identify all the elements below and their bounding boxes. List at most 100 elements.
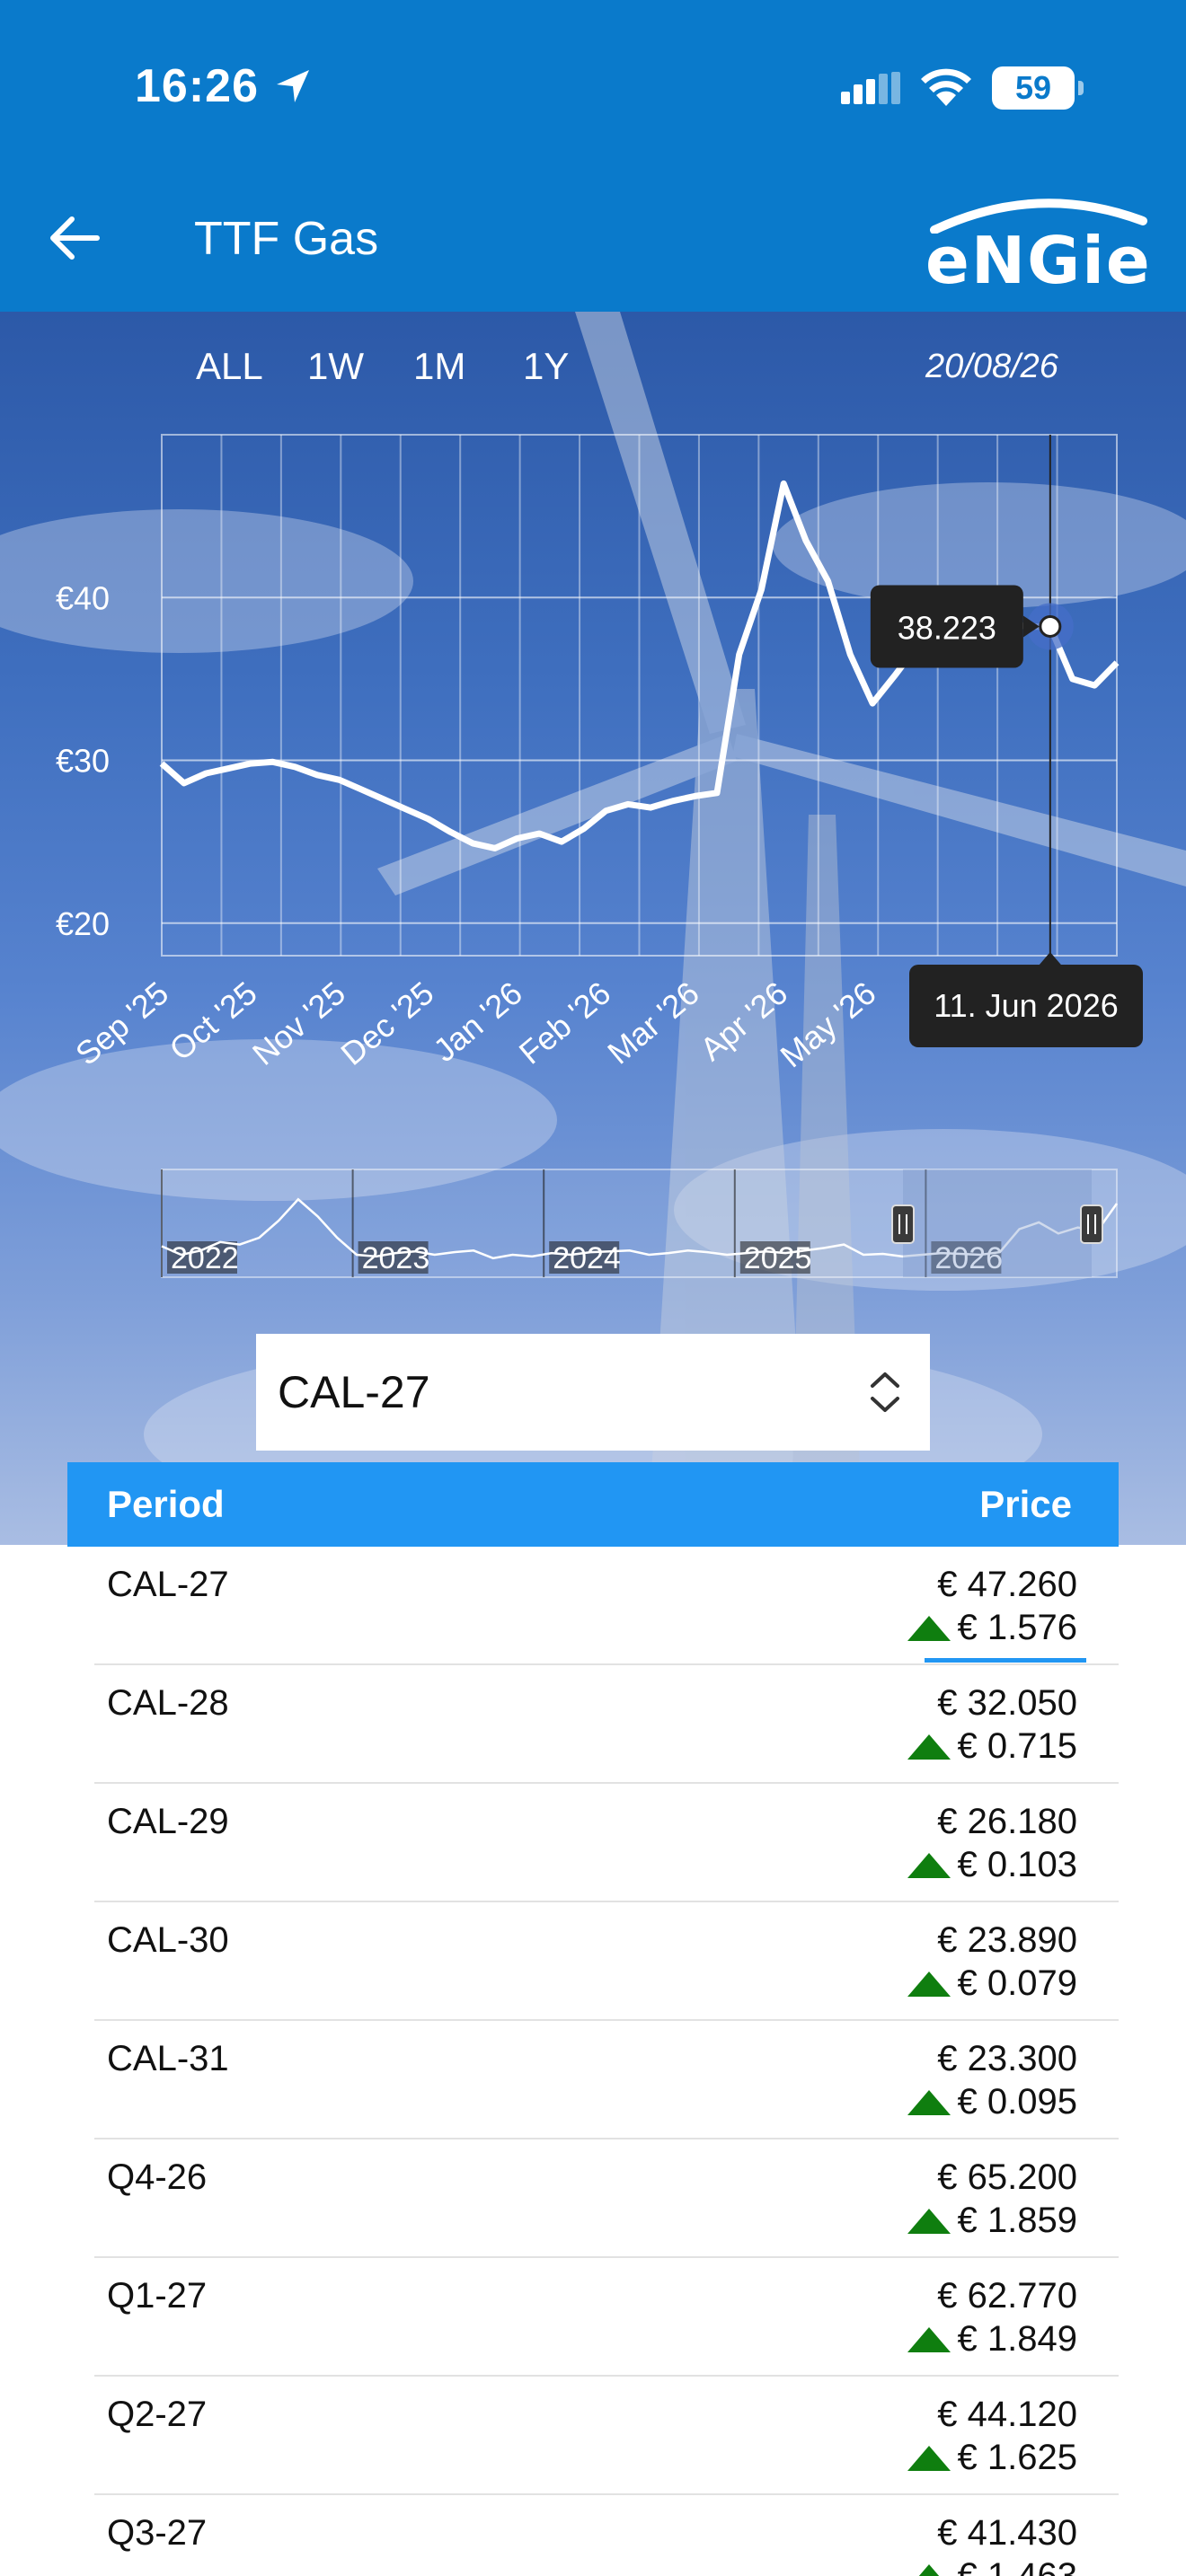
table-row[interactable]: Q3-27 € 41.430 € 1.463 (94, 2495, 1119, 2576)
navigator-selection (903, 1169, 1092, 1277)
selected-indicator (925, 1658, 1086, 1663)
brand-wordmark: eNGie (925, 223, 1152, 298)
period-cell: Q3-27 (107, 2513, 208, 2553)
column-header-period[interactable]: Period (107, 1462, 225, 1547)
up-arrow-icon (907, 1734, 951, 1760)
price-cell: € 23.890 (937, 1920, 1077, 1960)
y-tick-label: €30 (56, 743, 110, 780)
battery-icon: 59 (992, 66, 1084, 110)
navigator-year-label: 2023 (362, 1241, 430, 1275)
change-cell: € 1.576 (907, 1608, 1077, 1648)
period-cell: CAL-29 (107, 1802, 229, 1841)
price-cell: € 62.770 (937, 2276, 1077, 2316)
table-row[interactable]: CAL-28 € 32.050 € 0.715 (94, 1665, 1119, 1784)
change-cell: € 1.859 (907, 2201, 1077, 2241)
table-row[interactable]: Q2-27 € 44.120 € 1.625 (94, 2377, 1119, 2495)
location-arrow-icon (277, 70, 309, 102)
tooltip-value: 38.223 (898, 609, 996, 646)
range-selector: ALL 1W 1M 1Y 20/08/26 (0, 340, 1186, 393)
navigator-handle (891, 1204, 915, 1244)
navigator-year-label: 2024 (553, 1241, 621, 1275)
app-screen: 16:26 59 TTF Gas eNGie ALL 1W 1M 1Y 20/0… (0, 0, 1186, 2576)
up-arrow-icon (907, 1852, 951, 1878)
price-cell: € 26.180 (937, 1802, 1077, 1841)
table-row[interactable]: CAL-29 € 26.180 € 0.103 (94, 1784, 1119, 1902)
price-table: CAL-27 € 47.260 € 1.576 CAL-28 € 32.050 € 0.7… (94, 1547, 1119, 2576)
status-time: 16:26 (135, 60, 259, 112)
change-cell: € 0.103 (907, 1845, 1077, 1885)
range-button-all[interactable]: ALL (196, 340, 263, 393)
up-arrow-icon (907, 2563, 951, 2576)
y-tick-label: €40 (56, 579, 110, 616)
price-cell: € 65.200 (937, 2157, 1077, 2197)
range-button-1y[interactable]: 1Y (523, 340, 569, 393)
table-header: Period Price (67, 1462, 1119, 1547)
up-arrow-icon (907, 2326, 951, 2352)
x-tick-label: Nov '25 (245, 975, 352, 1072)
column-header-price[interactable]: Price (979, 1462, 1072, 1547)
up-arrow-icon (907, 2208, 951, 2234)
change-value: € 0.715 (957, 1726, 1077, 1766)
x-tick-label: May '26 (773, 975, 882, 1075)
tooltip-date: 11. Jun 2026 (934, 987, 1119, 1024)
period-cell: CAL-31 (107, 2039, 229, 2078)
up-arrow-icon (907, 2089, 951, 2115)
navigator-year-label: 2022 (171, 1241, 239, 1275)
x-tick-label: Oct '25 (163, 975, 264, 1068)
change-cell: € 0.079 (907, 1963, 1077, 2004)
table-row[interactable]: CAL-30 € 23.890 € 0.079 (94, 1902, 1119, 2021)
table-row[interactable]: Q1-27 € 62.770 € 1.849 (94, 2258, 1119, 2377)
range-date: 20/08/26 (925, 348, 1058, 385)
change-value: € 1.625 (957, 2438, 1077, 2477)
up-arrow-icon (907, 1615, 951, 1641)
table-row[interactable]: CAL-31 € 23.300 € 0.095 (94, 2021, 1119, 2139)
chevron-up-down-icon (871, 1372, 899, 1412)
price-cell: € 47.260 (937, 1565, 1077, 1604)
range-navigator[interactable]: 20222023202420252026 (0, 1159, 1186, 1284)
change-cell: € 1.625 (907, 2438, 1077, 2478)
change-value: € 1.463 (957, 2556, 1077, 2576)
page-title: TTF Gas (194, 213, 379, 265)
x-tick-label: Sep '25 (68, 975, 175, 1072)
x-tick-label: Jan '26 (426, 975, 528, 1069)
change-value: € 1.576 (957, 1608, 1077, 1647)
x-tick-label: Mar '26 (600, 975, 705, 1072)
period-cell: Q1-27 (107, 2276, 208, 2316)
back-arrow-icon (50, 216, 100, 260)
price-chart[interactable]: €40 €30 €20 Sep '25Oct '25Nov '25Dec '25Jan… (0, 413, 1186, 1114)
up-arrow-icon (907, 2445, 951, 2471)
change-value: € 0.103 (957, 1845, 1077, 1884)
price-cell: € 32.050 (937, 1683, 1077, 1723)
back-button[interactable] (43, 207, 106, 269)
x-tick-label: Dec '25 (333, 975, 440, 1072)
period-cell: CAL-28 (107, 1683, 229, 1723)
range-button-1m[interactable]: 1M (413, 340, 465, 393)
price-cell: € 41.430 (937, 2513, 1077, 2553)
navigator-handle (1080, 1204, 1103, 1244)
period-cell: Q4-26 (107, 2157, 208, 2197)
price-cell: € 23.300 (937, 2039, 1077, 2078)
period-cell: CAL-27 (107, 1565, 229, 1604)
change-value: € 1.849 (957, 2319, 1077, 2359)
change-cell: € 0.715 (907, 1726, 1077, 1767)
hover-marker (1039, 614, 1062, 638)
change-value: € 0.079 (957, 1963, 1077, 2003)
contract-select[interactable]: CAL-27 (256, 1334, 930, 1451)
status-bar: 16:26 59 (0, 0, 1186, 171)
app-bar: TTF Gas eNGie (0, 171, 1186, 312)
change-value: € 0.095 (957, 2082, 1077, 2122)
table-row[interactable]: Q4-26 € 65.200 € 1.859 (94, 2139, 1119, 2258)
price-cell: € 44.120 (937, 2395, 1077, 2434)
change-cell: € 0.095 (907, 2082, 1077, 2122)
table-row[interactable]: CAL-27 € 47.260 € 1.576 (94, 1547, 1119, 1665)
range-button-1w[interactable]: 1W (307, 340, 364, 393)
navigator-year-label: 2025 (744, 1241, 812, 1275)
wifi-icon (921, 68, 971, 106)
y-tick-label: €20 (56, 905, 110, 942)
engie-logo: eNGie (925, 189, 1150, 298)
contract-select-value: CAL-27 (278, 1367, 430, 1417)
change-cell: € 1.463 (907, 2556, 1077, 2576)
period-cell: CAL-30 (107, 1920, 229, 1960)
x-tick-label: Feb '26 (512, 975, 617, 1072)
change-cell: € 1.849 (907, 2319, 1077, 2360)
